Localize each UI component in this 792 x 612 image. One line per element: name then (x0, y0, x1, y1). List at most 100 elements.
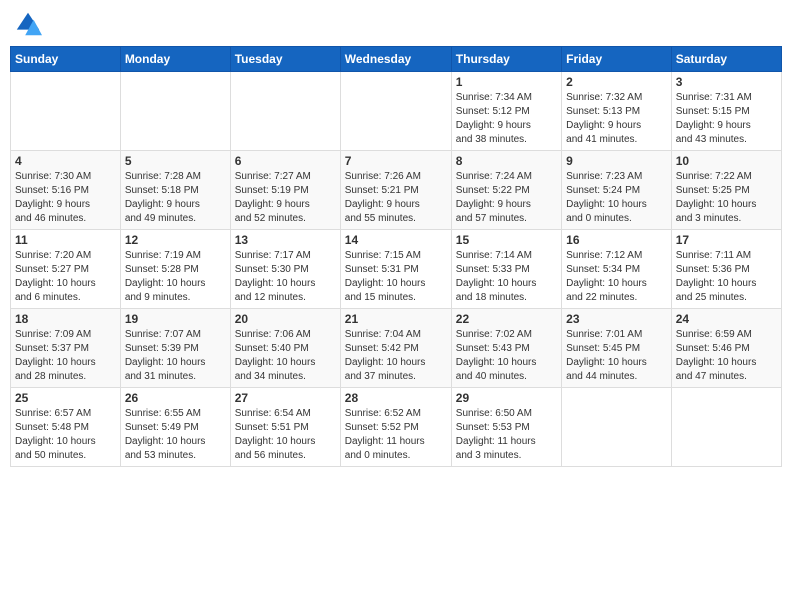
day-number: 29 (456, 391, 557, 405)
calendar-day-cell: 2 Sunrise: 7:32 AM Sunset: 5:13 PM Daylig… (562, 72, 672, 151)
calendar-day-cell: 10 Sunrise: 7:22 AM Sunset: 5:25 PM Dayli… (671, 151, 781, 230)
calendar-day-cell: 17 Sunrise: 7:11 AM Sunset: 5:36 PM Dayli… (671, 230, 781, 309)
day-number: 14 (345, 233, 447, 247)
day-info: Sunrise: 7:15 AM Sunset: 5:31 PM Dayligh… (345, 249, 447, 305)
calendar-week-row: 1 Sunrise: 7:34 AM Sunset: 5:12 PM Daylig… (11, 72, 782, 151)
calendar-day-cell: 6 Sunrise: 7:27 AM Sunset: 5:19 PM Daylig… (230, 151, 340, 230)
day-number: 4 (15, 154, 116, 168)
day-number: 23 (566, 312, 667, 326)
weekday-header: Thursday (451, 47, 561, 72)
day-info: Sunrise: 7:31 AM Sunset: 5:15 PM Dayligh… (676, 91, 777, 147)
calendar-day-cell: 25 Sunrise: 6:57 AM Sunset: 5:48 PM Dayli… (11, 388, 121, 467)
calendar-week-row: 4 Sunrise: 7:30 AM Sunset: 5:16 PM Daylig… (11, 151, 782, 230)
logo-icon (14, 10, 42, 38)
weekday-header: Sunday (11, 47, 121, 72)
weekday-header: Saturday (671, 47, 781, 72)
day-info: Sunrise: 7:02 AM Sunset: 5:43 PM Dayligh… (456, 328, 557, 384)
day-info: Sunrise: 7:28 AM Sunset: 5:18 PM Dayligh… (125, 170, 226, 226)
calendar-day-cell: 4 Sunrise: 7:30 AM Sunset: 5:16 PM Daylig… (11, 151, 121, 230)
day-number: 22 (456, 312, 557, 326)
calendar-day-cell: 14 Sunrise: 7:15 AM Sunset: 5:31 PM Dayli… (340, 230, 451, 309)
day-number: 17 (676, 233, 777, 247)
day-info: Sunrise: 7:04 AM Sunset: 5:42 PM Dayligh… (345, 328, 447, 384)
day-info: Sunrise: 7:30 AM Sunset: 5:16 PM Dayligh… (15, 170, 116, 226)
calendar-day-cell: 3 Sunrise: 7:31 AM Sunset: 5:15 PM Daylig… (671, 72, 781, 151)
day-info: Sunrise: 6:54 AM Sunset: 5:51 PM Dayligh… (235, 407, 336, 463)
calendar-day-cell (230, 72, 340, 151)
day-number: 18 (15, 312, 116, 326)
calendar-day-cell: 18Sunrise: 7:09 AM Sunset: 5:37 PM Dayli… (11, 309, 121, 388)
day-info: Sunrise: 7:12 AM Sunset: 5:34 PM Dayligh… (566, 249, 667, 305)
day-info: Sunrise: 7:11 AM Sunset: 5:36 PM Dayligh… (676, 249, 777, 305)
day-number: 26 (125, 391, 226, 405)
day-number: 6 (235, 154, 336, 168)
calendar-day-cell: 11 Sunrise: 7:20 AM Sunset: 5:27 PM Dayli… (11, 230, 121, 309)
day-number: 20 (235, 312, 336, 326)
calendar-day-cell (340, 72, 451, 151)
day-number: 13 (235, 233, 336, 247)
calendar-week-row: 25 Sunrise: 6:57 AM Sunset: 5:48 PM Dayli… (11, 388, 782, 467)
calendar-day-cell: 9 Sunrise: 7:23 AM Sunset: 5:24 PM Daylig… (562, 151, 672, 230)
day-info: Sunrise: 7:34 AM Sunset: 5:12 PM Dayligh… (456, 91, 557, 147)
day-number: 11 (15, 233, 116, 247)
calendar-week-row: 11 Sunrise: 7:20 AM Sunset: 5:27 PM Dayli… (11, 230, 782, 309)
weekday-header: Monday (120, 47, 230, 72)
calendar-header-row: SundayMondayTuesdayWednesdayThursdayFrid… (11, 47, 782, 72)
calendar-day-cell (11, 72, 121, 151)
day-info: Sunrise: 7:07 AM Sunset: 5:39 PM Dayligh… (125, 328, 226, 384)
day-number: 1 (456, 75, 557, 89)
day-info: Sunrise: 7:19 AM Sunset: 5:28 PM Dayligh… (125, 249, 226, 305)
calendar-day-cell: 15 Sunrise: 7:14 AM Sunset: 5:33 PM Dayli… (451, 230, 561, 309)
day-number: 8 (456, 154, 557, 168)
calendar-day-cell: 12 Sunrise: 7:19 AM Sunset: 5:28 PM Dayli… (120, 230, 230, 309)
day-info: Sunrise: 6:55 AM Sunset: 5:49 PM Dayligh… (125, 407, 226, 463)
calendar-day-cell: 28Sunrise: 6:52 AM Sunset: 5:52 PM Dayli… (340, 388, 451, 467)
calendar-day-cell: 8 Sunrise: 7:24 AM Sunset: 5:22 PM Daylig… (451, 151, 561, 230)
day-info: Sunrise: 7:06 AM Sunset: 5:40 PM Dayligh… (235, 328, 336, 384)
calendar-day-cell: 13 Sunrise: 7:17 AM Sunset: 5:30 PM Dayli… (230, 230, 340, 309)
day-number: 28 (345, 391, 447, 405)
day-number: 10 (676, 154, 777, 168)
day-number: 9 (566, 154, 667, 168)
day-number: 15 (456, 233, 557, 247)
day-number: 16 (566, 233, 667, 247)
day-info: Sunrise: 7:14 AM Sunset: 5:33 PM Dayligh… (456, 249, 557, 305)
calendar-day-cell: 5Sunrise: 7:28 AM Sunset: 5:18 PM Daylig… (120, 151, 230, 230)
day-info: Sunrise: 7:26 AM Sunset: 5:21 PM Dayligh… (345, 170, 447, 226)
day-number: 27 (235, 391, 336, 405)
day-info: Sunrise: 7:27 AM Sunset: 5:19 PM Dayligh… (235, 170, 336, 226)
day-info: Sunrise: 6:59 AM Sunset: 5:46 PM Dayligh… (676, 328, 777, 384)
weekday-header: Tuesday (230, 47, 340, 72)
day-number: 12 (125, 233, 226, 247)
calendar-week-row: 18Sunrise: 7:09 AM Sunset: 5:37 PM Dayli… (11, 309, 782, 388)
day-info: Sunrise: 6:50 AM Sunset: 5:53 PM Dayligh… (456, 407, 557, 463)
calendar-day-cell: 23Sunrise: 7:01 AM Sunset: 5:45 PM Dayli… (562, 309, 672, 388)
calendar-day-cell (671, 388, 781, 467)
calendar-day-cell: 27 Sunrise: 6:54 AM Sunset: 5:51 PM Dayli… (230, 388, 340, 467)
day-info: Sunrise: 7:32 AM Sunset: 5:13 PM Dayligh… (566, 91, 667, 147)
calendar-day-cell: 1 Sunrise: 7:34 AM Sunset: 5:12 PM Daylig… (451, 72, 561, 151)
calendar-day-cell: 24 Sunrise: 6:59 AM Sunset: 5:46 PM Dayli… (671, 309, 781, 388)
calendar-day-cell: 19Sunrise: 7:07 AM Sunset: 5:39 PM Dayli… (120, 309, 230, 388)
calendar-day-cell (562, 388, 672, 467)
day-info: Sunrise: 7:17 AM Sunset: 5:30 PM Dayligh… (235, 249, 336, 305)
day-number: 2 (566, 75, 667, 89)
day-info: Sunrise: 7:23 AM Sunset: 5:24 PM Dayligh… (566, 170, 667, 226)
calendar-day-cell: 22 Sunrise: 7:02 AM Sunset: 5:43 PM Dayli… (451, 309, 561, 388)
calendar-day-cell: 20 Sunrise: 7:06 AM Sunset: 5:40 PM Dayli… (230, 309, 340, 388)
day-info: Sunrise: 7:20 AM Sunset: 5:27 PM Dayligh… (15, 249, 116, 305)
calendar-table: SundayMondayTuesdayWednesdayThursdayFrid… (10, 46, 782, 467)
day-number: 7 (345, 154, 447, 168)
day-info: Sunrise: 7:24 AM Sunset: 5:22 PM Dayligh… (456, 170, 557, 226)
day-number: 25 (15, 391, 116, 405)
calendar-day-cell: 7 Sunrise: 7:26 AM Sunset: 5:21 PM Daylig… (340, 151, 451, 230)
day-number: 24 (676, 312, 777, 326)
day-number: 3 (676, 75, 777, 89)
weekday-header: Wednesday (340, 47, 451, 72)
calendar-day-cell: 16 Sunrise: 7:12 AM Sunset: 5:34 PM Dayli… (562, 230, 672, 309)
calendar-day-cell: 26 Sunrise: 6:55 AM Sunset: 5:49 PM Dayli… (120, 388, 230, 467)
weekday-header: Friday (562, 47, 672, 72)
day-info: Sunrise: 6:57 AM Sunset: 5:48 PM Dayligh… (15, 407, 116, 463)
day-info: Sunrise: 7:22 AM Sunset: 5:25 PM Dayligh… (676, 170, 777, 226)
calendar-day-cell: 21Sunrise: 7:04 AM Sunset: 5:42 PM Dayli… (340, 309, 451, 388)
